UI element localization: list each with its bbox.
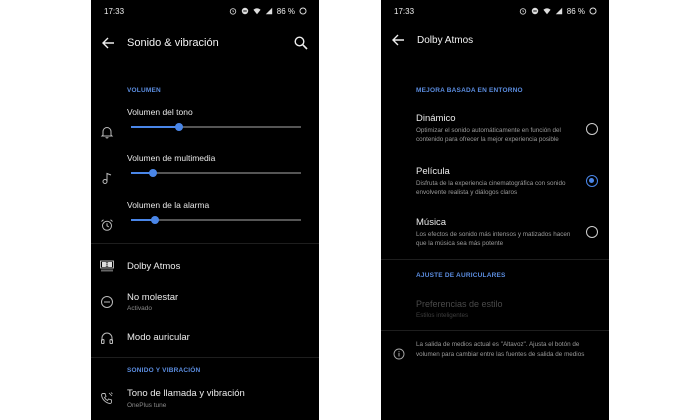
option-music-desc: Los efectos de sonido más intensos y mat…	[416, 231, 571, 247]
wifi-icon	[253, 8, 261, 15]
signal-icon	[555, 7, 562, 15]
dnd-status-icon	[531, 7, 538, 15]
option-movie-desc: Disfruta de la experiencia cinematográfi…	[416, 180, 566, 196]
slider-thumb[interactable]	[174, 123, 183, 131]
ringtone-name: OnePlus tune	[127, 402, 167, 409]
dolby-icon	[100, 260, 114, 272]
slider-thumb[interactable]	[150, 216, 159, 224]
option-music-radio[interactable]	[586, 226, 598, 238]
media-volume-label: Volumen de multimedia	[127, 153, 216, 163]
option-movie-radio[interactable]	[586, 175, 598, 187]
sound-vibration-section-header: SONIDO Y VIBRACIÓN	[127, 367, 201, 374]
battery-percent: 86 %	[566, 6, 585, 16]
alarm-icon	[101, 219, 113, 231]
app-bar: Dolby Atmos	[381, 22, 609, 58]
dolby-atmos-item[interactable]: Dolby Atmos	[91, 252, 319, 280]
ringtone-vibration-label: Tono de llamada y vibración	[127, 388, 245, 399]
ringtone-volume-slider[interactable]	[131, 123, 301, 131]
divider	[381, 330, 609, 331]
phone-vibrate-icon	[101, 392, 113, 404]
media-volume-slider[interactable]	[131, 169, 301, 177]
status-time: 17:33	[394, 6, 415, 16]
divider	[91, 357, 319, 358]
info-icon	[393, 348, 405, 360]
media-output-info: La salida de medios actual es "Altavoz".…	[381, 338, 609, 378]
do-not-disturb-item[interactable]: No molestar Activado	[91, 287, 319, 317]
style-preferences-label: Preferencias de estilo	[416, 299, 503, 309]
environment-section-header: MEJORA BASADA EN ENTORNO	[416, 87, 523, 94]
bell-icon	[100, 127, 114, 139]
option-dynamic[interactable]: Dinámico Optimizar el sonido automáticam…	[381, 110, 609, 156]
battery-percent: 86 %	[276, 6, 295, 16]
page-title: Sonido & vibración	[127, 37, 219, 49]
back-arrow-icon[interactable]	[391, 32, 407, 48]
headphone-mode-label: Modo auricular	[127, 332, 190, 343]
dnd-status-icon	[241, 7, 248, 15]
status-bar: 17:33 86 %	[381, 0, 609, 22]
alarm-status-icon	[229, 8, 236, 15]
battery-icon	[299, 7, 307, 15]
page-title: Dolby Atmos	[417, 34, 474, 46]
option-dynamic-desc: Optimizar el sonido automáticamente en f…	[416, 127, 561, 143]
ringtone-vibration-item[interactable]: Tono de llamada y vibración OnePlus tune	[91, 383, 319, 415]
headphone-mode-item[interactable]: Modo auricular	[91, 325, 319, 351]
headphones-icon	[101, 332, 113, 344]
status-time: 17:33	[104, 6, 125, 16]
do-not-disturb-label: No molestar	[127, 292, 179, 303]
option-dynamic-label: Dinámico	[416, 113, 456, 124]
option-movie-label: Película	[416, 166, 450, 177]
alarm-volume-label: Volumen de la alarma	[127, 200, 210, 210]
alarm-volume-row: Volumen de la alarma	[91, 200, 319, 246]
ringtone-volume-label: Volumen del tono	[127, 107, 193, 117]
media-volume-row: Volumen de multimedia	[91, 153, 319, 199]
music-note-icon	[102, 172, 112, 184]
ringtone-volume-row: Volumen del tono	[91, 107, 319, 153]
wifi-icon	[543, 8, 551, 15]
back-arrow-icon[interactable]	[101, 35, 117, 51]
style-preferences-item: Preferencias de estilo Estilos inteligen…	[381, 296, 609, 322]
do-not-disturb-status: Activado	[127, 305, 152, 312]
option-dynamic-radio[interactable]	[586, 123, 598, 135]
status-bar: 17:33 86 %	[91, 0, 319, 22]
dolby-atmos-label: Dolby Atmos	[127, 261, 181, 272]
search-icon[interactable]	[293, 35, 309, 51]
option-music-label: Música	[416, 217, 447, 228]
dolby-atmos-screen: 17:33 86 % Dolby Atmos MEJORA BASADA EN …	[381, 0, 609, 420]
option-music[interactable]: Música Los efectos de sonido más intenso…	[381, 214, 609, 260]
alarm-status-icon	[519, 8, 526, 15]
slider-thumb[interactable]	[149, 169, 158, 177]
do-not-disturb-icon	[101, 296, 113, 308]
divider	[381, 259, 609, 260]
app-bar: Sonido & vibración	[91, 22, 319, 64]
battery-icon	[589, 7, 597, 15]
divider	[91, 243, 319, 244]
style-preferences-sub: Estilos inteligentes	[416, 312, 469, 319]
media-output-info-text: La salida de medios actual es "Altavoz".…	[416, 341, 585, 358]
alarm-volume-slider[interactable]	[131, 216, 301, 224]
volume-section-header: VOLUMEN	[127, 87, 161, 94]
signal-icon	[265, 7, 272, 15]
sound-settings-screen: 17:33 86 % Sonido & vibración VOLUMEN Vo…	[91, 0, 319, 420]
option-movie[interactable]: Película Disfruta de la experiencia cine…	[381, 163, 609, 209]
headphone-section-header: AJUSTE DE AURICULARES	[416, 272, 506, 279]
